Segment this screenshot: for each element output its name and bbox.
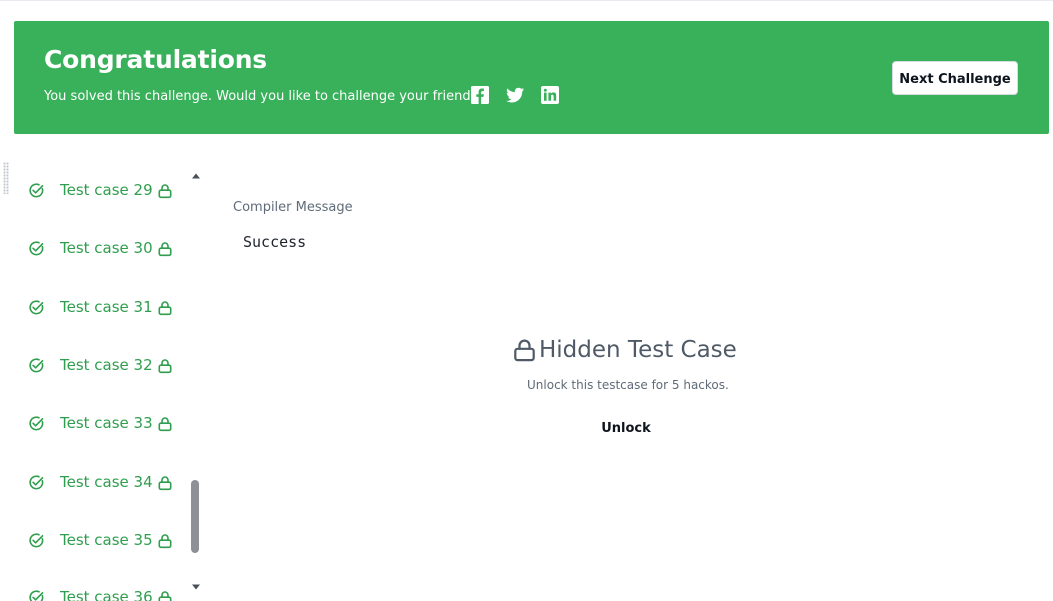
banner-title: Congratulations [44,45,267,74]
share-icons [470,85,560,105]
twitter-icon[interactable] [505,85,525,105]
banner-subtitle: You solved this challenge. Would you lik… [44,89,485,104]
lock-icon [158,591,172,601]
linkedin-icon[interactable] [540,85,560,105]
check-circle-icon [29,590,44,601]
test-case-item[interactable]: Test case 36 [14,583,189,601]
top-divider [0,0,1053,1]
check-circle-icon [29,475,44,490]
lock-icon [158,534,172,549]
lock-icon [514,339,535,361]
page: Congratulations You solved this challeng… [0,0,1053,601]
unlock-button[interactable]: Unlock [592,417,660,441]
check-circle-icon [29,300,44,315]
scrollbar-thumb[interactable] [191,480,199,553]
triangle-down-icon[interactable] [190,581,202,593]
test-case-item[interactable]: Test case 31 [14,293,189,321]
lock-icon [158,184,172,199]
test-case-item[interactable]: Test case 29 [14,176,189,204]
lock-icon [158,301,172,316]
check-circle-icon [29,416,44,431]
unlock-note: Unlock this testcase for 5 hackos. [527,378,729,392]
next-challenge-button[interactable]: Next Challenge [892,61,1018,95]
lock-icon [158,417,172,432]
test-case-item[interactable]: Test case 35 [14,526,189,554]
check-circle-icon [29,533,44,548]
test-case-label: Test case 33 [60,414,153,432]
triangle-up-icon[interactable] [190,170,202,182]
test-case-item[interactable]: Test case 30 [14,234,189,262]
compiler-message-value: Success [243,233,307,251]
check-circle-icon [29,183,44,198]
test-case-label: Test case 31 [60,298,153,316]
test-case-label: Test case 29 [60,181,153,199]
facebook-icon[interactable] [470,85,490,105]
check-circle-icon [29,358,44,373]
test-case-item[interactable]: Test case 34 [14,468,189,496]
panel-resize-handle[interactable] [3,162,9,194]
hidden-test-case-title: Hidden Test Case [539,337,737,363]
test-case-label: Test case 30 [60,239,153,257]
lock-icon [158,359,172,374]
test-case-item[interactable]: Test case 33 [14,409,189,437]
test-case-panel: Test case 29 Test case 30 Test case 31 T… [14,162,202,601]
hidden-test-case-heading: Hidden Test Case [512,334,737,366]
test-case-label: Test case 34 [60,473,153,491]
compiler-message-label: Compiler Message [233,200,353,215]
lock-icon [158,242,172,257]
lock-icon [158,476,172,491]
test-case-item[interactable]: Test case 32 [14,351,189,379]
test-case-label: Test case 32 [60,356,153,374]
test-case-label: Test case 36 [60,588,153,601]
success-banner: Congratulations You solved this challeng… [14,21,1049,134]
test-case-scrollbar[interactable] [190,162,202,601]
check-circle-icon [29,241,44,256]
test-case-label: Test case 35 [60,531,153,549]
